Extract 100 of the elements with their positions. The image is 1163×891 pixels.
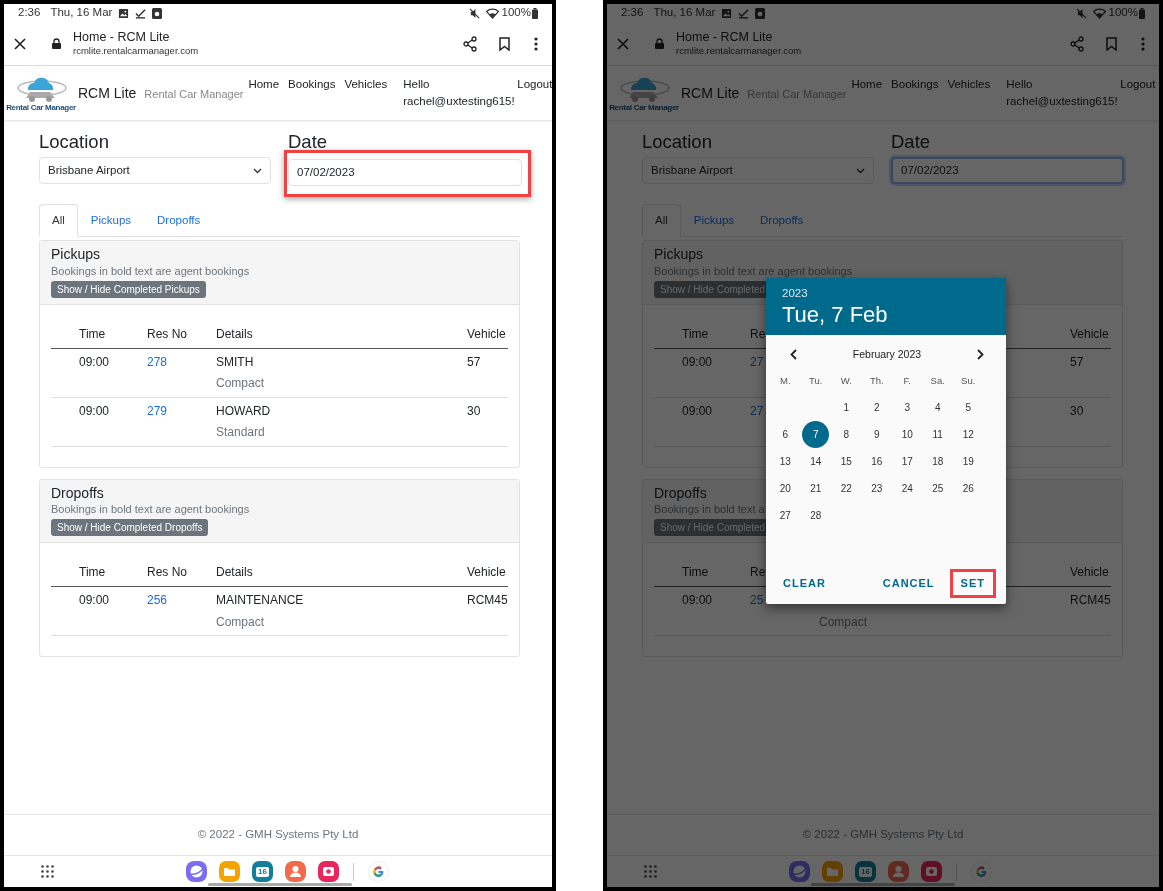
calendar-day[interactable]: 27 (771, 502, 799, 530)
table-cell: MAINTENANCE (216, 592, 304, 609)
calendar-day[interactable]: 28 (802, 502, 830, 530)
toggle-completed-button[interactable]: Show / Hide Completed Pickups (51, 280, 206, 298)
calendar-day[interactable]: 18 (924, 448, 952, 476)
image-icon (721, 7, 733, 19)
chevron-down-icon (253, 167, 262, 174)
calendar-day[interactable]: 13 (771, 448, 799, 476)
location-select[interactable]: Brisbane Airport (39, 157, 271, 185)
square-icon (152, 7, 163, 19)
page-title: Home - RCM Lite (73, 30, 171, 46)
table-cell: 30 (467, 403, 481, 420)
dialog-button[interactable]: SET (949, 569, 996, 598)
picker-year[interactable]: 2023 (782, 285, 990, 303)
battery-level: 100% (1108, 5, 1138, 21)
calendar-day[interactable]: 1 (832, 394, 860, 422)
nav-link[interactable]: Bookings (288, 76, 336, 94)
planet-app-icon[interactable] (186, 861, 207, 882)
calendar-day[interactable]: 22 (832, 475, 860, 503)
calendar-day[interactable]: 11 (924, 421, 952, 449)
contact-app-icon[interactable] (888, 861, 909, 882)
reservation-link[interactable]: 278 (147, 354, 168, 371)
planet-app-icon[interactable] (789, 861, 810, 882)
brand-link[interactable]: RCM Lite (78, 83, 137, 104)
column-header: Vehicle (467, 326, 506, 341)
calendar-day[interactable]: 20 (771, 475, 799, 503)
vehicle-category: Compact (819, 614, 868, 631)
greeting-text: Hello (1006, 77, 1034, 92)
contact-app-icon[interactable] (285, 861, 306, 882)
calendar-day[interactable]: 12 (954, 421, 982, 449)
folder-app-icon[interactable] (219, 861, 240, 882)
dialog-button[interactable]: CANCEL (871, 569, 946, 598)
calendar-day[interactable]: 23 (863, 475, 891, 503)
image-icon (118, 7, 130, 19)
field-label: Date (288, 131, 329, 154)
close-icon[interactable] (14, 37, 26, 50)
section-title: Pickups (654, 245, 704, 264)
share-icon[interactable] (463, 35, 477, 52)
calendar-app-icon[interactable]: 16 (252, 861, 273, 882)
tab[interactable]: Dropoffs (144, 204, 214, 238)
page-url: rcmlite.rentalcarmanager.com (73, 45, 200, 57)
calendar-day[interactable]: 14 (802, 448, 830, 476)
calendar-day[interactable]: 25 (924, 475, 952, 503)
reservation-link[interactable]: 256 (147, 592, 168, 609)
next-icon[interactable] (977, 348, 984, 360)
column-header: Details (216, 565, 253, 580)
calendar-day[interactable]: 10 (893, 421, 921, 449)
calendar-day[interactable]: 24 (893, 475, 921, 503)
bookmark-icon[interactable] (499, 36, 510, 51)
camera-app-icon[interactable] (921, 861, 942, 882)
tab[interactable]: Pickups (77, 204, 145, 238)
calendar-day[interactable]: 15 (832, 448, 860, 476)
vehicle-category: Compact (216, 376, 265, 392)
weekday-label: M. (779, 374, 791, 389)
check-icon (135, 7, 147, 19)
section-note: Bookings in bold text are agent bookings (51, 263, 250, 278)
calendar-day[interactable]: 7 (802, 421, 830, 449)
calendar-day[interactable]: 21 (802, 475, 830, 503)
calendar-day[interactable]: 16 (863, 448, 891, 476)
nav-link[interactable]: Home (248, 76, 280, 94)
mute-icon (468, 7, 480, 19)
column-header: Re (750, 565, 766, 580)
tab[interactable]: All (39, 204, 78, 238)
calendar-day[interactable]: 3 (893, 394, 921, 422)
column-header: Res No (147, 326, 187, 341)
calendar-day[interactable]: 4 (924, 394, 952, 422)
calendar-day[interactable]: 26 (954, 475, 982, 503)
toggle-completed-button[interactable]: Show / Hide Completed Dropoffs (51, 519, 209, 537)
weekday-label: Th. (869, 374, 884, 389)
vehicle-category: Compact (216, 614, 265, 631)
column-header: Res No (147, 565, 187, 580)
logout-link[interactable]: Logout (517, 76, 552, 94)
battery-icon (1139, 7, 1145, 19)
google-app-icon[interactable] (368, 861, 389, 882)
wifi-icon (1092, 7, 1106, 19)
column-header: Re (750, 326, 766, 341)
table-cell: 09:00 (682, 354, 713, 371)
calendar-day[interactable]: 5 (954, 394, 982, 422)
calendar-day[interactable]: 9 (863, 421, 891, 449)
date-field[interactable]: 07/02/2023 (288, 159, 522, 187)
copyright-text: © 2022 - GMH Systems Pty Ltd (197, 827, 359, 843)
nav-link[interactable]: Vehicles (344, 76, 388, 94)
dialog-button[interactable]: CLEAR (772, 569, 837, 598)
field-label: Date (891, 131, 932, 154)
weekday-label: F. (903, 374, 911, 389)
brand-tagline: Rental Car Manager (144, 87, 244, 102)
reservation-link[interactable]: 279 (147, 403, 168, 420)
calendar-day[interactable]: 8 (832, 421, 860, 449)
camera-app-icon[interactable] (318, 861, 339, 882)
apps-grid-icon[interactable] (41, 865, 54, 878)
calendar-day[interactable]: 2 (863, 394, 891, 422)
calendar-day[interactable]: 19 (954, 448, 982, 476)
previous-icon[interactable] (790, 348, 797, 360)
section-title: Pickups (51, 245, 101, 264)
google-app-icon[interactable] (971, 861, 992, 882)
calendar-day[interactable]: 6 (771, 421, 799, 449)
table-cell: 57 (467, 354, 481, 371)
calendar-day[interactable]: 17 (893, 448, 921, 476)
greeting-text: Hello (403, 77, 431, 92)
more-icon[interactable] (534, 36, 538, 51)
